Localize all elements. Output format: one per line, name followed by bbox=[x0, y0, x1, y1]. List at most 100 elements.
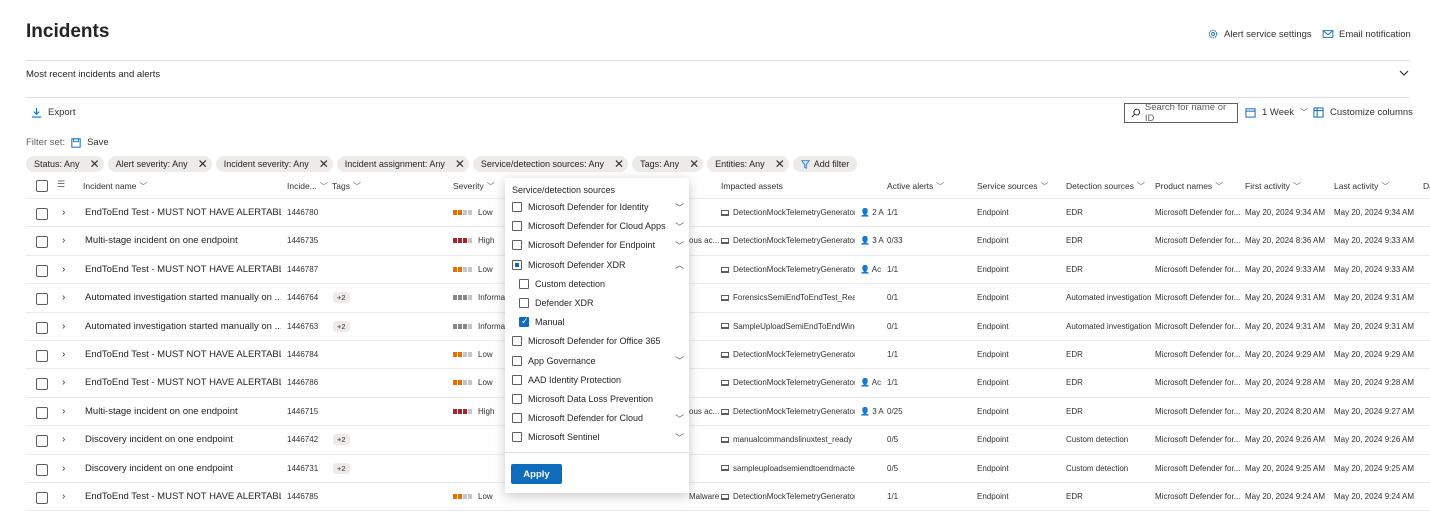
customize-columns-button[interactable]: Customize columns bbox=[1313, 107, 1413, 118]
recent-incidents-toggle[interactable]: Most recent incidents and alerts bbox=[26, 69, 160, 80]
user-asset[interactable]: 👤 2 A bbox=[860, 208, 884, 217]
col-severity[interactable]: Severity ﹀ bbox=[453, 176, 495, 196]
chevron-right-icon[interactable]: › bbox=[62, 434, 65, 445]
incident-name-link[interactable]: Automated investigation started manually… bbox=[85, 321, 281, 332]
chevron-down-icon[interactable]: ﹀ bbox=[675, 201, 684, 214]
col-detection-sources[interactable]: Detection sources ﹀ bbox=[1066, 176, 1145, 196]
chevron-down-icon[interactable]: ﹀ bbox=[675, 239, 684, 252]
col-service-sources[interactable]: Service sources ﹀ bbox=[977, 176, 1048, 196]
chevron-right-icon[interactable]: › bbox=[62, 406, 65, 417]
source-option[interactable]: Microsoft Data Loss Prevention bbox=[512, 392, 684, 406]
impacted-asset[interactable]: ForensicsSemiEndToEndTest_Ready bbox=[721, 293, 855, 302]
time-range-dropdown[interactable]: 1 Week ﹀ bbox=[1245, 107, 1308, 118]
impacted-asset[interactable]: sampleuploadsemiendtoendmactest_ready bbox=[721, 464, 855, 473]
source-option[interactable]: App Governance ﹀ bbox=[512, 354, 684, 368]
source-option[interactable]: AAD Identity Protection bbox=[512, 373, 684, 387]
filter-chip-incident-severity[interactable]: Incident severity: Any ✕ bbox=[215, 156, 333, 172]
chevron-right-icon[interactable]: › bbox=[62, 264, 65, 275]
filter-chip-alert-severity[interactable]: Alert severity: Any ✕ bbox=[107, 156, 212, 172]
impacted-asset[interactable]: DetectionMockTelemetryGenerator bbox=[721, 350, 855, 359]
col-active-alerts[interactable]: Active alerts ﹀ bbox=[887, 176, 944, 196]
checkbox[interactable] bbox=[512, 202, 522, 212]
checkbox[interactable] bbox=[519, 278, 529, 289]
incident-name-link[interactable]: Automated investigation started manually… bbox=[85, 292, 281, 303]
row-checkbox[interactable] bbox=[36, 293, 48, 306]
impacted-asset[interactable]: DetectionMockTelemetryGenerator bbox=[721, 236, 855, 245]
impacted-asset[interactable]: DetectionMockTelemetryGenerator bbox=[721, 208, 855, 217]
checkbox[interactable] bbox=[512, 432, 522, 443]
close-icon[interactable]: ✕ bbox=[614, 158, 624, 170]
incident-name-link[interactable]: EndToEnd Test - MUST NOT HAVE ALERTABLE … bbox=[85, 491, 281, 502]
col-incident-name[interactable]: Incident name ﹀ bbox=[83, 176, 147, 196]
close-icon[interactable]: ✕ bbox=[198, 158, 208, 170]
row-checkbox[interactable] bbox=[36, 321, 48, 334]
impacted-asset[interactable]: DetectionMockTelemetryGenerator bbox=[721, 492, 855, 501]
chevron-right-icon[interactable]: › bbox=[62, 235, 65, 246]
col-last-activity[interactable]: Last activity ﹀ bbox=[1334, 176, 1389, 196]
source-option[interactable]: Microsoft Defender for Office 365 bbox=[512, 334, 684, 348]
alert-service-settings-link[interactable]: Alert service settings bbox=[1207, 28, 1312, 40]
row-checkbox[interactable] bbox=[36, 463, 48, 476]
source-option[interactable]: Microsoft Defender XDR ︿ bbox=[512, 258, 684, 272]
filter-chip-tags[interactable]: Tags: Any ✕ bbox=[632, 156, 704, 172]
chevron-down-icon[interactable]: ﹀ bbox=[675, 354, 684, 367]
chevron-down-icon[interactable]: ﹀ bbox=[675, 412, 684, 425]
chevron-right-icon[interactable]: › bbox=[62, 491, 65, 502]
close-icon[interactable]: ✕ bbox=[455, 158, 465, 170]
incident-name-link[interactable]: Multi-stage incident on one endpoint bbox=[85, 406, 281, 417]
save-filter-button[interactable]: Save bbox=[71, 137, 109, 148]
checkbox[interactable] bbox=[519, 298, 529, 308]
user-asset[interactable]: 👤 Ac bbox=[860, 378, 884, 387]
incident-name-link[interactable]: Multi-stage incident on one endpoint bbox=[85, 235, 281, 246]
select-all-checkbox[interactable] bbox=[36, 180, 48, 192]
incident-name-link[interactable]: EndToEnd Test - MUST NOT HAVE ALERTABLE … bbox=[85, 207, 281, 218]
checkbox[interactable] bbox=[512, 221, 522, 232]
impacted-asset[interactable]: DetectionMockTelemetryGenerator bbox=[721, 407, 855, 416]
add-filter-button[interactable]: Add filter bbox=[792, 156, 858, 172]
chevron-right-icon[interactable]: › bbox=[62, 349, 65, 360]
col-tags[interactable]: Tags ﹀ bbox=[332, 176, 361, 196]
row-checkbox[interactable] bbox=[36, 406, 48, 419]
filter-chip-incident-assignment[interactable]: Incident assignment: Any ✕ bbox=[336, 156, 469, 172]
impacted-asset[interactable]: manualcommandslinuxtest_ready bbox=[721, 435, 855, 444]
col-product-names[interactable]: Product names ﹀ bbox=[1155, 176, 1223, 196]
checkbox[interactable] bbox=[512, 374, 522, 385]
chevron-right-icon[interactable]: › bbox=[62, 321, 65, 332]
checkbox[interactable] bbox=[512, 394, 522, 404]
col-incident-id[interactable]: Incide... ﹀ bbox=[287, 176, 328, 196]
source-option[interactable]: Microsoft Defender for Identity ﹀ bbox=[512, 200, 684, 214]
checkbox[interactable] bbox=[512, 259, 522, 270]
row-checkbox[interactable] bbox=[36, 208, 48, 220]
row-checkbox[interactable] bbox=[36, 378, 48, 391]
checkbox[interactable] bbox=[512, 413, 522, 424]
chevron-right-icon[interactable]: › bbox=[62, 292, 65, 303]
source-option[interactable]: Microsoft Defender for Endpoint ﹀ bbox=[512, 238, 684, 252]
filter-chip-status[interactable]: Status: Any ✕ bbox=[26, 156, 104, 172]
incident-name-link[interactable]: EndToEnd Test - MUST NOT HAVE ALERTABLE … bbox=[85, 377, 281, 388]
chevron-down-icon[interactable] bbox=[1398, 67, 1410, 79]
chevron-right-icon[interactable]: › bbox=[62, 207, 65, 218]
row-checkbox[interactable] bbox=[36, 435, 48, 448]
incident-name-link[interactable]: Discovery incident on one endpoint bbox=[85, 434, 281, 445]
chevron-up-icon[interactable]: ︿ bbox=[675, 258, 684, 271]
user-asset[interactable]: 👤 Ac bbox=[860, 265, 884, 274]
tag-badge[interactable]: +2 bbox=[333, 320, 350, 332]
search-input[interactable]: Search for name or ID bbox=[1124, 102, 1238, 124]
user-asset[interactable]: 👤 3 A bbox=[860, 407, 884, 416]
chevron-right-icon[interactable]: › bbox=[62, 377, 65, 388]
incident-name-link[interactable]: Discovery incident on one endpoint bbox=[85, 463, 281, 474]
source-option[interactable]: Microsoft Defender for Cloud ﹀ bbox=[512, 411, 684, 425]
close-icon[interactable]: ✕ bbox=[689, 158, 699, 170]
row-checkbox[interactable] bbox=[36, 350, 48, 362]
chevron-down-icon[interactable]: ﹀ bbox=[675, 220, 684, 233]
tag-badge[interactable]: +2 bbox=[333, 434, 350, 446]
incident-name-link[interactable]: EndToEnd Test - MUST NOT HAVE ALERTABLE … bbox=[85, 264, 281, 275]
col-truncated[interactable]: Da bbox=[1423, 176, 1430, 196]
incident-name-link[interactable]: EndToEnd Test - MUST NOT HAVE ALERTABLE … bbox=[85, 349, 281, 360]
source-option[interactable]: Custom detection bbox=[519, 277, 684, 291]
checkbox[interactable] bbox=[512, 240, 522, 251]
row-checkbox[interactable] bbox=[36, 236, 48, 249]
filter-chip-entities[interactable]: Entities: Any ✕ bbox=[707, 156, 789, 172]
impacted-asset[interactable]: DetectionMockTelemetryGenerator bbox=[721, 265, 855, 274]
tag-badge[interactable]: +2 bbox=[333, 292, 350, 304]
